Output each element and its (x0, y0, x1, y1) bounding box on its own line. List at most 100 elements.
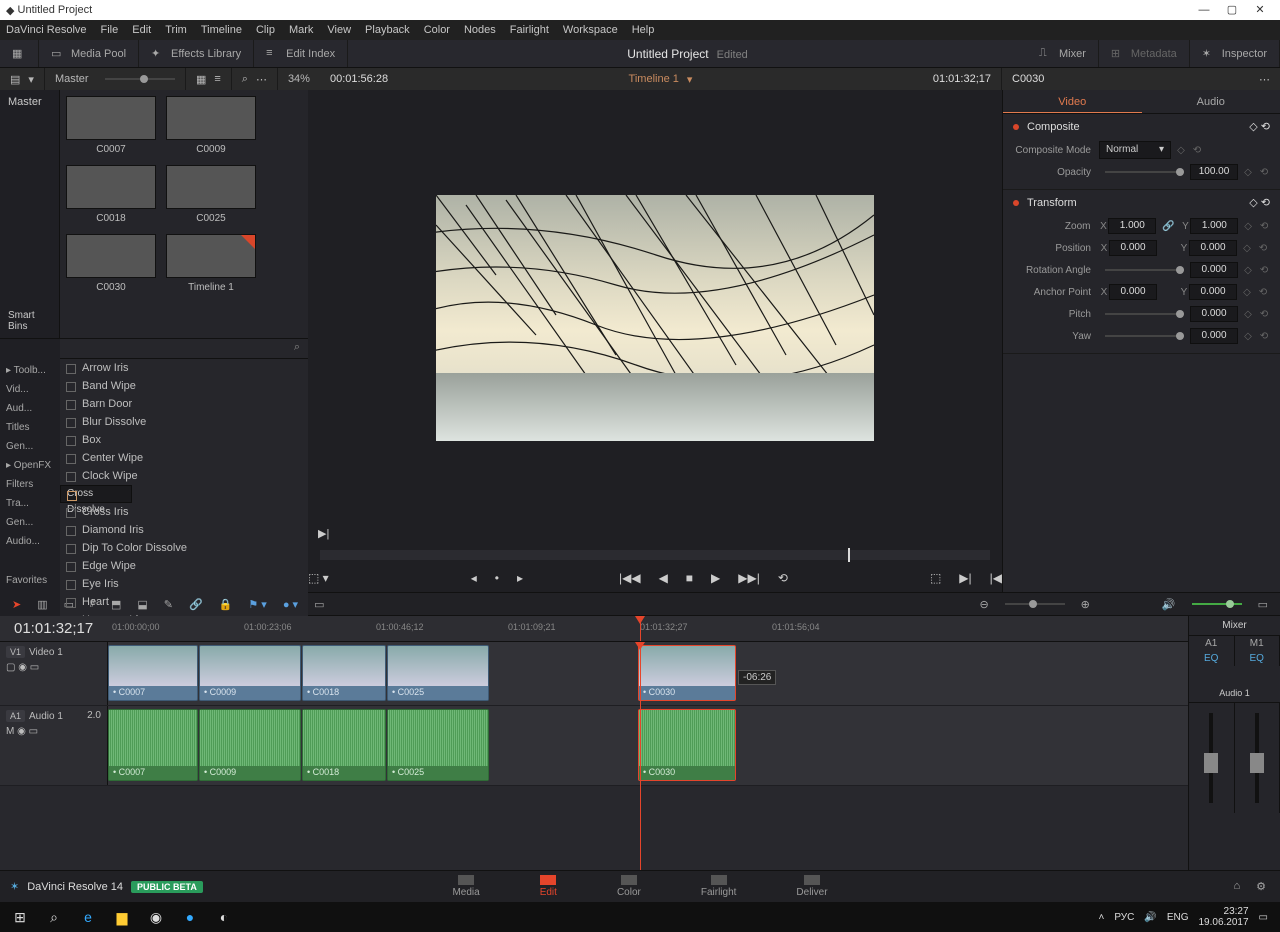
resolve-taskbar-icon[interactable]: ◐ (208, 904, 240, 930)
fx-item[interactable]: Diamond Iris (60, 521, 308, 539)
mixer-ch-a1[interactable]: A1 (1189, 636, 1235, 651)
snap-icon[interactable]: ▭ (314, 598, 324, 611)
media-pool-button[interactable]: ▭Media Pool (39, 40, 139, 67)
blade-tool-icon[interactable]: ▥ (37, 598, 47, 611)
fx-item[interactable]: Heart (60, 593, 308, 611)
menu-davinci-resolve[interactable]: DaVinci Resolve (6, 24, 87, 36)
dim-icon[interactable]: ▭ (1258, 598, 1268, 611)
fx-item[interactable]: Cross Dissolve (60, 485, 132, 503)
menu-nodes[interactable]: Nodes (464, 24, 496, 36)
step-icon[interactable]: • (495, 571, 499, 585)
playhead[interactable] (640, 616, 641, 641)
rotation-slider[interactable] (1105, 269, 1184, 271)
next-edit-icon[interactable]: ▸ (517, 571, 523, 585)
menu-trim[interactable]: Trim (165, 24, 187, 36)
page-edit[interactable]: Edit (540, 875, 557, 898)
timeline-ruler[interactable]: 01:01:32;17 01:00:00;0001:00:23;0601:00:… (0, 616, 1188, 642)
transform-header[interactable]: Transform (1027, 197, 1077, 209)
fx-cat[interactable]: Audio... (0, 532, 60, 551)
zoom-in-icon[interactable]: ⊕ (1081, 598, 1090, 611)
tray-lang[interactable]: РУС (1114, 912, 1134, 923)
play-icon[interactable]: ▶| (318, 527, 329, 540)
play-icon[interactable]: ▶ (711, 571, 720, 585)
master-bin[interactable]: Master (0, 90, 59, 114)
video-clip[interactable]: • C0018 (302, 645, 386, 701)
effects-library-button[interactable]: ✦Effects Library (139, 40, 254, 67)
list-view-icon[interactable]: ≡ (214, 73, 220, 85)
zoom-x[interactable]: 1.000 (1108, 218, 1156, 234)
menu-mark[interactable]: Mark (289, 24, 313, 36)
play-reverse-icon[interactable]: ◀ (659, 571, 668, 585)
fx-cat[interactable]: ▸ OpenFX (0, 456, 60, 475)
fx-cat[interactable]: ▸ Toolb... (0, 361, 60, 380)
search-taskbar-icon[interactable]: ⌕ (38, 904, 70, 930)
composite-mode-select[interactable]: Normal▾ (1099, 141, 1171, 159)
timeline-name[interactable]: Timeline 1 (629, 73, 679, 85)
tray-chevron-icon[interactable]: ˄ (1098, 912, 1104, 923)
prev-edit-icon[interactable]: ◂ (471, 571, 477, 585)
clip-thumb[interactable]: Timeline 1 (166, 234, 256, 293)
clip-thumb[interactable]: C0009 (166, 96, 256, 155)
clip-thumb[interactable]: C0025 (166, 165, 256, 224)
menu-fairlight[interactable]: Fairlight (510, 24, 549, 36)
menu-edit[interactable]: Edit (132, 24, 151, 36)
menu-view[interactable]: View (327, 24, 351, 36)
grid-view-icon[interactable]: ▦ (196, 73, 206, 86)
page-media[interactable]: Media (452, 875, 479, 898)
fx-cat[interactable]: Titles (0, 418, 60, 437)
fx-cat[interactable]: Gen... (0, 437, 60, 456)
fader-a1[interactable] (1204, 753, 1218, 773)
loop-icon[interactable]: ⟲ (778, 571, 788, 585)
fx-item[interactable]: Center Wipe (60, 449, 308, 467)
opacity-value[interactable]: 100.00 (1190, 164, 1238, 180)
clip-thumb[interactable]: C0018 (66, 165, 156, 224)
mixer-button[interactable]: ⎍Mixer (1027, 40, 1099, 67)
zoom-y[interactable]: 1.000 (1190, 218, 1238, 234)
menu-playback[interactable]: Playback (365, 24, 410, 36)
video-clip[interactable]: • C0007 (108, 645, 198, 701)
inspector-button[interactable]: ✶Inspector (1190, 40, 1280, 67)
page-fairlight[interactable]: Fairlight (701, 875, 737, 898)
menu-clip[interactable]: Clip (256, 24, 275, 36)
search-icon[interactable]: ⌕ (242, 73, 248, 86)
prev-clip-icon[interactable]: |◀ (990, 571, 1002, 585)
tray-time[interactable]: 23:27 (1198, 906, 1248, 917)
menu-color[interactable]: Color (424, 24, 450, 36)
fx-item[interactable]: Eye Iris (60, 575, 308, 593)
fx-favorites[interactable]: Favorites (0, 571, 60, 590)
fx-item[interactable]: Blur Dissolve (60, 413, 308, 431)
view-toggle-icon[interactable]: ▤ (10, 73, 20, 86)
maximize-button[interactable]: ▢ (1218, 0, 1246, 20)
track-header-v1[interactable]: V1Video 1 ▢ ◉ ▭ (0, 642, 108, 705)
fx-cat[interactable]: Filters (0, 475, 60, 494)
clip-thumb[interactable]: C0007 (66, 96, 156, 155)
yaw-slider[interactable] (1105, 335, 1184, 337)
fx-item[interactable]: Barn Door (60, 395, 308, 413)
chrome-icon[interactable]: ◉ (140, 904, 172, 930)
edge-icon[interactable]: e (72, 904, 104, 930)
start-button[interactable]: ⊞ (4, 904, 36, 930)
last-frame-icon[interactable]: ▶▶| (738, 571, 760, 585)
track-header-a1[interactable]: A1Audio 1 2.0 M ◉ ▭ (0, 706, 108, 785)
mute-icon[interactable]: 🔊 (1162, 598, 1176, 611)
fx-item[interactable]: Cross Iris (60, 503, 308, 521)
pitch-value[interactable]: 0.000 (1190, 306, 1238, 322)
anchor-x[interactable]: 0.000 (1109, 284, 1157, 300)
bin-name[interactable]: Master (55, 73, 89, 85)
fx-cat[interactable]: Aud... (0, 399, 60, 418)
pitch-slider[interactable] (1105, 313, 1184, 315)
settings-icon[interactable]: ⚙ (1256, 880, 1266, 893)
menu-workspace[interactable]: Workspace (563, 24, 618, 36)
crop-icon[interactable]: ⬚ ▾ (308, 571, 329, 585)
home-icon[interactable]: ⌂ (1233, 880, 1240, 893)
video-clip[interactable]: • C0030 (638, 645, 736, 701)
menu-timeline[interactable]: Timeline (201, 24, 242, 36)
pos-y[interactable]: 0.000 (1189, 240, 1237, 256)
fx-item[interactable]: Arrow Iris (60, 359, 308, 377)
match-frame-icon[interactable]: ⬚ (930, 571, 941, 585)
effects-search[interactable] (60, 339, 308, 359)
tray-date[interactable]: 19.06.2017 (1198, 917, 1248, 928)
first-frame-icon[interactable]: |◀◀ (619, 571, 641, 585)
layout-button[interactable]: ▦ (0, 40, 39, 67)
stop-icon[interactable]: ■ (686, 571, 693, 585)
